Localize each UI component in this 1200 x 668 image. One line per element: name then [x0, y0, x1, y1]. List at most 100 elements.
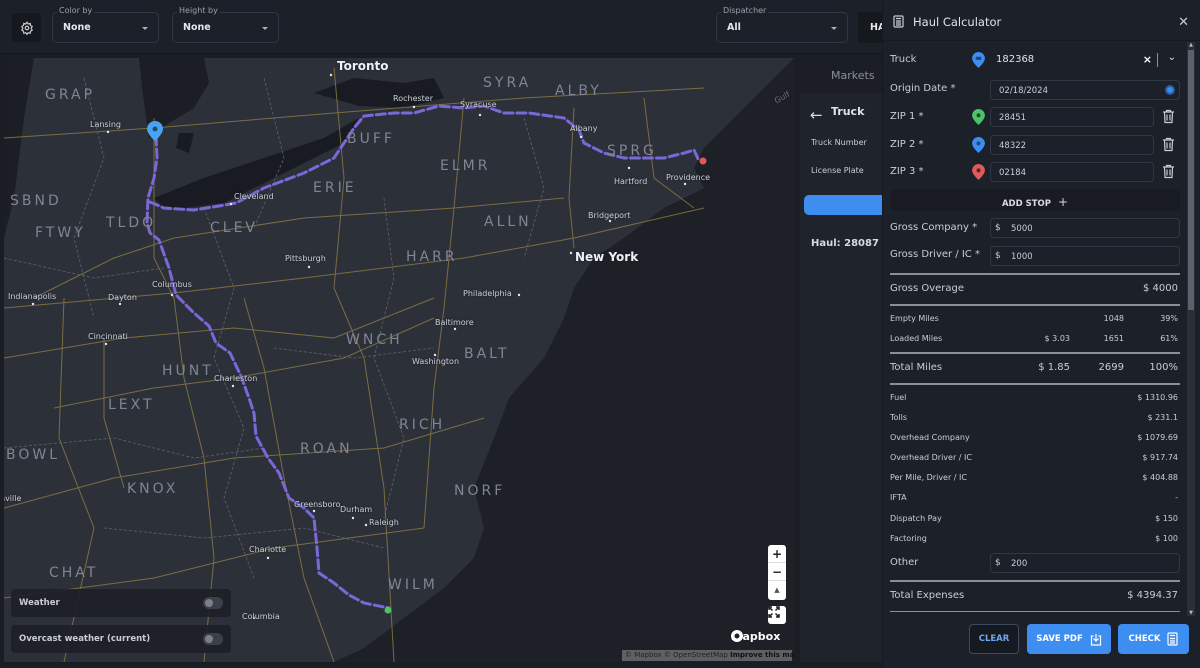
clear-truck-icon[interactable]: × [1143, 53, 1152, 66]
truck-panel: Markets ← Truck Truck Number License Pla… [800, 58, 882, 662]
panel-scrollbar[interactable]: ▲ ▼ [1187, 42, 1195, 616]
save-pdf-button[interactable]: SAVE PDF [1027, 624, 1111, 654]
improve-map-link[interactable]: Improve this map [730, 651, 794, 659]
map-attribution: © Mapbox © OpenStreetMap Improve this ma… [622, 650, 794, 661]
zip-3-value: 02184 [999, 168, 1027, 178]
weather-layer-toggle[interactable]: Weather [11, 589, 231, 617]
tab-markets[interactable]: Markets [800, 58, 882, 93]
gross-overage-label: Gross Overage [890, 283, 965, 294]
expense-value: $ 1310.96 [1137, 393, 1178, 402]
expense-label: Tolls [890, 413, 908, 422]
gross-company-value: 5000 [1011, 224, 1033, 234]
scroll-thumb[interactable] [1188, 50, 1194, 310]
back-arrow-icon[interactable]: ← [810, 106, 823, 124]
panel-title: Haul Calculator [913, 15, 1002, 29]
calculator-icon [1167, 632, 1179, 646]
expense-value: $ 1079.69 [1137, 433, 1178, 442]
scroll-up-arrow[interactable]: ▲ [1188, 42, 1194, 48]
region-label: SBND [10, 193, 62, 209]
total-expenses-label: Total Expenses [890, 590, 965, 601]
truck-select[interactable]: 182368 × ⌄ [990, 50, 1180, 70]
primary-action-button[interactable] [804, 195, 882, 215]
add-stop-label: ADD STOP [1001, 199, 1051, 209]
city-label: Indianapolis [8, 292, 57, 301]
dispatcher-select[interactable]: Dispatcher All [716, 6, 848, 43]
settings-button[interactable] [12, 13, 41, 42]
check-button[interactable]: CHECK [1118, 624, 1189, 654]
save-pdf-label: SAVE PDF [1036, 634, 1083, 644]
city-label: Charlotte [249, 545, 287, 554]
city-label: New York [575, 250, 639, 264]
trash-icon[interactable] [1162, 109, 1175, 124]
currency-symbol: $ [995, 223, 1001, 233]
region-label: BALT [464, 346, 510, 362]
land-mass [4, 58, 794, 662]
close-icon[interactable]: ✕ [1178, 15, 1189, 30]
color-by-select[interactable]: Color by None [52, 6, 159, 43]
plus-icon: + [1057, 195, 1069, 209]
total-miles-pct: 100% [1149, 362, 1178, 373]
height-by-select[interactable]: Height by None [172, 6, 279, 43]
caret-down-icon [142, 27, 148, 30]
scroll-down-arrow[interactable]: ▼ [1188, 610, 1194, 616]
city-label: Syracuse [460, 100, 497, 109]
region-label: TLDO [106, 215, 157, 231]
trash-icon[interactable] [1162, 164, 1175, 179]
zip-1-label: ZIP 1 * [890, 111, 924, 122]
zoom-in-button[interactable]: + [768, 545, 786, 563]
empty-miles-label: Empty Miles [890, 314, 939, 323]
region-label: RICH [399, 417, 446, 433]
zip-1-pin-icon [972, 109, 985, 125]
license-plate-label: License Plate [811, 166, 864, 175]
overcast-switch[interactable] [203, 633, 223, 645]
truck-pin-icon [972, 52, 985, 68]
weather-switch[interactable] [203, 597, 223, 609]
divider [890, 611, 1180, 612]
chevron-down-icon[interactable]: ⌄ [1168, 52, 1176, 63]
mapbox-logo[interactable]: mapbox [731, 630, 780, 643]
region-label: CLEV [210, 220, 258, 236]
truck-label: Truck [890, 54, 917, 65]
expense-label: IFTA [890, 493, 907, 502]
dispatcher-label: Dispatcher [721, 6, 769, 15]
city-label: Durham [340, 505, 373, 514]
overcast-layer-toggle[interactable]: Overcast weather (current) [11, 625, 231, 653]
divider [890, 273, 1180, 275]
map-view[interactable]: Toronto New York Lansing Rochester Syrac… [4, 58, 794, 662]
mapbox-icon [731, 630, 743, 642]
city-label: Charleston [214, 374, 258, 383]
calculator-icon [893, 15, 904, 28]
zip-1-input[interactable]: 28451 [990, 107, 1154, 127]
region-label: ELMR [440, 158, 491, 174]
other-input[interactable]: $ 200 [990, 553, 1180, 573]
expense-label: Overhead Driver / IC [890, 453, 972, 462]
gross-driver-input[interactable]: $ 1000 [990, 246, 1180, 266]
city-label: hville [4, 494, 22, 503]
zoom-out-button[interactable]: − [768, 563, 786, 581]
zip-2-pin-icon [972, 137, 985, 153]
fullscreen-button[interactable] [768, 606, 786, 624]
divider [890, 580, 1180, 582]
trash-icon[interactable] [1162, 137, 1175, 152]
expense-label: Fuel [890, 393, 907, 402]
clear-button[interactable]: CLEAR [969, 624, 1019, 654]
region-label: WILM [388, 577, 438, 593]
gross-company-input[interactable]: $ 5000 [990, 218, 1180, 238]
region-label: ROAN [300, 441, 353, 457]
total-miles-rate: $ 1.85 [1038, 362, 1070, 373]
origin-date-input[interactable]: 02/18/2024 [990, 80, 1180, 100]
compass-button[interactable]: ▲ [768, 581, 786, 599]
add-stop-button[interactable]: ADD STOP + [890, 190, 1180, 210]
zip-3-input[interactable]: 02184 [990, 162, 1154, 182]
mapbox-attribution-link[interactable]: © Mapbox [625, 651, 662, 659]
divider [890, 352, 1180, 354]
osm-attribution-link[interactable]: © OpenStreetMap [664, 651, 728, 659]
truck-number-label: Truck Number [811, 138, 867, 147]
panel-header: Haul Calculator ✕ [883, 0, 1200, 41]
loaded-miles-pct: 61% [1160, 334, 1178, 343]
city-label: Greensboro [294, 500, 341, 509]
clear-label: CLEAR [978, 634, 1010, 644]
zip-2-input[interactable]: 48322 [990, 135, 1154, 155]
expense-value: $ 150 [1155, 514, 1178, 523]
calendar-icon[interactable] [1165, 85, 1175, 95]
